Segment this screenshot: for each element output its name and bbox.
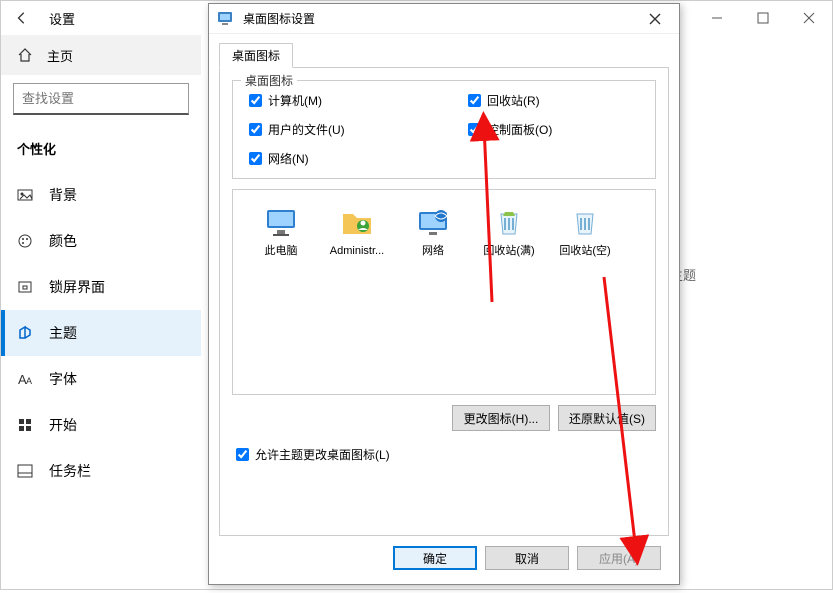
- home-icon: [17, 47, 33, 63]
- taskbar-icon: [17, 463, 35, 479]
- desktop-icons-dialog: 桌面图标设置 桌面图标 桌面图标 计算机(M) 回收站(R) 用户的文件(U) 控制面…: [208, 3, 680, 585]
- sidebar-item-lockscreen[interactable]: 锁屏界面: [1, 264, 201, 310]
- dialog-close-button[interactable]: [637, 6, 673, 32]
- checkbox-label: 控制面板(O): [487, 121, 552, 138]
- cancel-button[interactable]: 取消: [485, 546, 569, 570]
- home-label: 主页: [47, 46, 73, 65]
- checkbox-input-controlpanel[interactable]: [468, 123, 481, 136]
- themes-icon: [17, 325, 35, 341]
- sidebar-item-label: 主题: [49, 323, 77, 343]
- svg-text:A: A: [26, 376, 32, 386]
- preview-label: 回收站(空): [547, 244, 623, 258]
- apply-button[interactable]: 应用(A): [577, 546, 661, 570]
- sidebar-item-fonts[interactable]: AA 字体: [1, 356, 201, 402]
- start-icon: [17, 417, 35, 433]
- preview-item-admin[interactable]: Administr...: [319, 200, 395, 258]
- checkbox-network[interactable]: 网络(N): [245, 149, 424, 168]
- sidebar-item-themes[interactable]: 主题: [1, 310, 201, 356]
- sidebar-item-label: 锁屏界面: [49, 277, 105, 297]
- sidebar-item-label: 开始: [49, 415, 77, 435]
- desktop-icons-group: 桌面图标 计算机(M)回收站(R)用户的文件(U)控制面板(O)网络(N): [232, 80, 656, 179]
- dialog-title: 桌面图标设置: [243, 10, 637, 27]
- sidebar-item-label: 背景: [49, 185, 77, 205]
- tab-strip: 桌面图标: [219, 42, 669, 68]
- preview-item-recycle-empty[interactable]: 回收站(空): [547, 200, 623, 258]
- home-row[interactable]: 主页: [1, 35, 201, 75]
- ok-button[interactable]: 确定: [393, 546, 477, 570]
- allow-theme-row[interactable]: 允许主题更改桌面图标(L): [232, 445, 656, 464]
- icon-preview-box: 此电脑Administr...网络回收站(满)回收站(空): [232, 189, 656, 395]
- lockscreen-icon: [17, 279, 35, 295]
- sidebar-item-colors[interactable]: 颜色: [1, 218, 201, 264]
- group-legend: 桌面图标: [241, 72, 297, 89]
- tab-content: 桌面图标 计算机(M) 回收站(R) 用户的文件(U) 控制面板(O) 网络(N) 此电…: [219, 68, 669, 536]
- search-wrap: [1, 83, 201, 133]
- window-controls: [694, 1, 832, 35]
- sidebar-item-taskbar[interactable]: 任务栏: [1, 448, 201, 494]
- sidebar-item-start[interactable]: 开始: [1, 402, 201, 448]
- sidebar-item-label: 颜色: [49, 231, 77, 251]
- section-title: 个性化: [1, 133, 201, 172]
- bin-empty-icon: [567, 204, 603, 240]
- fonts-icon: AA: [17, 371, 35, 387]
- globe-monitor-icon: [415, 204, 451, 240]
- bin-full-icon: [491, 204, 527, 240]
- folder-user-icon: [339, 204, 375, 240]
- allow-theme-label: 允许主题更改桌面图标(L): [255, 446, 390, 463]
- icon-button-row: 更改图标(H)... 还原默认值(S): [232, 405, 656, 431]
- preview-label: Administr...: [319, 244, 395, 258]
- checkbox-input-userfiles[interactable]: [249, 123, 262, 136]
- nav-list: 背景颜色锁屏界面主题 AA 字体开始任务栏: [1, 172, 201, 494]
- dialog-buttons: 确定 取消 应用(A): [393, 546, 661, 570]
- back-button[interactable]: [13, 9, 31, 27]
- dialog-icon: [217, 10, 235, 28]
- sidebar-item-label: 任务栏: [49, 461, 91, 481]
- close-button[interactable]: [786, 1, 832, 35]
- sidebar: 主页 个性化 背景颜色锁屏界面主题 AA 字体开始任务栏: [1, 35, 201, 589]
- checkbox-input-computer[interactable]: [249, 94, 262, 107]
- checkbox-input-network[interactable]: [249, 152, 262, 165]
- checkbox-userfiles[interactable]: 用户的文件(U): [245, 120, 424, 139]
- maximize-button[interactable]: [740, 1, 786, 35]
- checkbox-label: 用户的文件(U): [268, 121, 345, 138]
- colors-icon: [17, 233, 35, 249]
- dialog-body: 桌面图标 桌面图标 计算机(M) 回收站(R) 用户的文件(U) 控制面板(O) 网络(…: [209, 34, 679, 544]
- checkbox-recycle[interactable]: 回收站(R): [464, 91, 643, 110]
- checkbox-computer[interactable]: 计算机(M): [245, 91, 424, 110]
- change-icon-button[interactable]: 更改图标(H)...: [452, 405, 550, 431]
- background-icon: [17, 187, 35, 203]
- sidebar-item-label: 字体: [49, 369, 77, 389]
- tab-desktop-icons[interactable]: 桌面图标: [219, 43, 293, 68]
- preview-label: 此电脑: [243, 244, 319, 258]
- minimize-button[interactable]: [694, 1, 740, 35]
- monitor-icon: [263, 204, 299, 240]
- preview-item-recycle-full[interactable]: 回收站(满): [471, 200, 547, 258]
- sidebar-item-background[interactable]: 背景: [1, 172, 201, 218]
- checkbox-label: 计算机(M): [268, 92, 322, 109]
- preview-label: 回收站(满): [471, 244, 547, 258]
- preview-item-network[interactable]: 网络: [395, 200, 471, 258]
- checkbox-input-recycle[interactable]: [468, 94, 481, 107]
- checkbox-grid: 计算机(M) 回收站(R) 用户的文件(U) 控制面板(O) 网络(N): [245, 91, 643, 168]
- preview-item-thispc[interactable]: 此电脑: [243, 200, 319, 258]
- dialog-titlebar: 桌面图标设置: [209, 4, 679, 34]
- preview-label: 网络: [395, 244, 471, 258]
- restore-defaults-button[interactable]: 还原默认值(S): [558, 405, 656, 431]
- checkbox-controlpanel[interactable]: 控制面板(O): [464, 120, 643, 139]
- checkbox-label: 回收站(R): [487, 92, 540, 109]
- search-input[interactable]: [13, 83, 189, 115]
- allow-theme-checkbox[interactable]: [236, 448, 249, 461]
- checkbox-label: 网络(N): [268, 150, 309, 167]
